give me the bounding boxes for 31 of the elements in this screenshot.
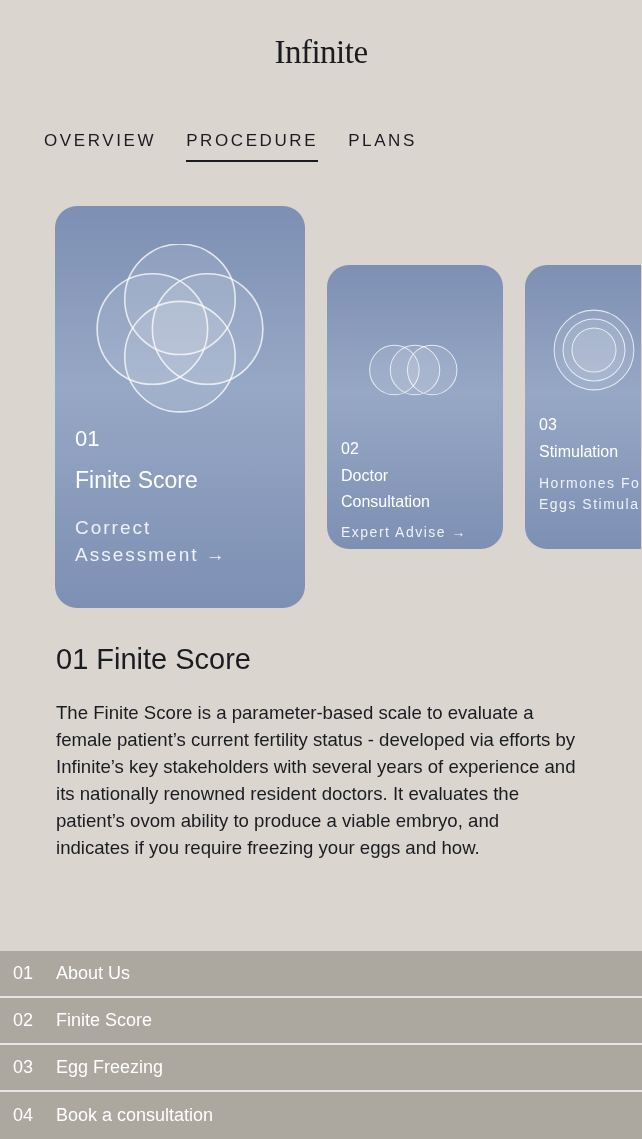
procedure-card[interactable]: 01 Finite Score Correct Assessment → <box>55 206 305 608</box>
menu-item[interactable]: 04 Book a consultation <box>0 1092 642 1139</box>
menu-item[interactable]: 03 Egg Freezing <box>0 1045 642 1092</box>
card-title: Stimulation <box>539 442 620 462</box>
tab[interactable]: OVERVIEW <box>44 128 157 162</box>
logo[interactable]: Infinite <box>274 34 368 70</box>
menu-label: About Us <box>56 962 131 985</box>
card-number: 01 <box>75 425 101 453</box>
procedure-card[interactable]: 02 Doctor Consultation Expert Advise → <box>327 265 503 549</box>
menu-number: 04 <box>13 1104 35 1127</box>
card-title: Doctor Consultation <box>341 466 431 512</box>
card-number: 02 <box>341 439 360 459</box>
card-title: Finite Score <box>75 466 199 495</box>
section-title: Finite Score <box>96 642 251 677</box>
menu-label: Book a consultation <box>56 1104 214 1127</box>
menu-label: Egg Freezing <box>56 1056 164 1079</box>
procedure-card[interactable]: 03 Stimulation Hormones Fo Eggs Stimula <box>525 265 641 549</box>
menu-number: 03 <box>13 1056 35 1079</box>
section-number: 01 <box>56 642 89 677</box>
menu-item[interactable]: 02 Finite Score <box>0 998 642 1045</box>
card-number: 03 <box>539 415 558 435</box>
tab[interactable]: PLANS <box>348 128 417 162</box>
tab[interactable]: PROCEDURE <box>186 128 319 162</box>
description-paragraph: The Finite Score is a parameter-based scale to evaluate a female patient’s current fertility status - developed via efforts by Infinite’s key stakeholders with several years of experience and its nationally renowned resident doctors. It evaluates the patient’s ovom ability to produce a viable embryo, and indicates if you require freezing your eggs and how. <box>56 700 576 860</box>
menu-number: 01 <box>13 962 35 985</box>
menu-label: Finite Score <box>56 1009 153 1032</box>
menu-item[interactable]: 01 About Us <box>0 951 642 998</box>
card-link[interactable]: Expert Advise → <box>341 522 489 544</box>
card-link[interactable]: Hormones Fo Eggs Stimula <box>539 472 641 516</box>
menu-number: 02 <box>13 1009 35 1032</box>
card-link[interactable]: Correct Assessment → <box>75 513 285 569</box>
